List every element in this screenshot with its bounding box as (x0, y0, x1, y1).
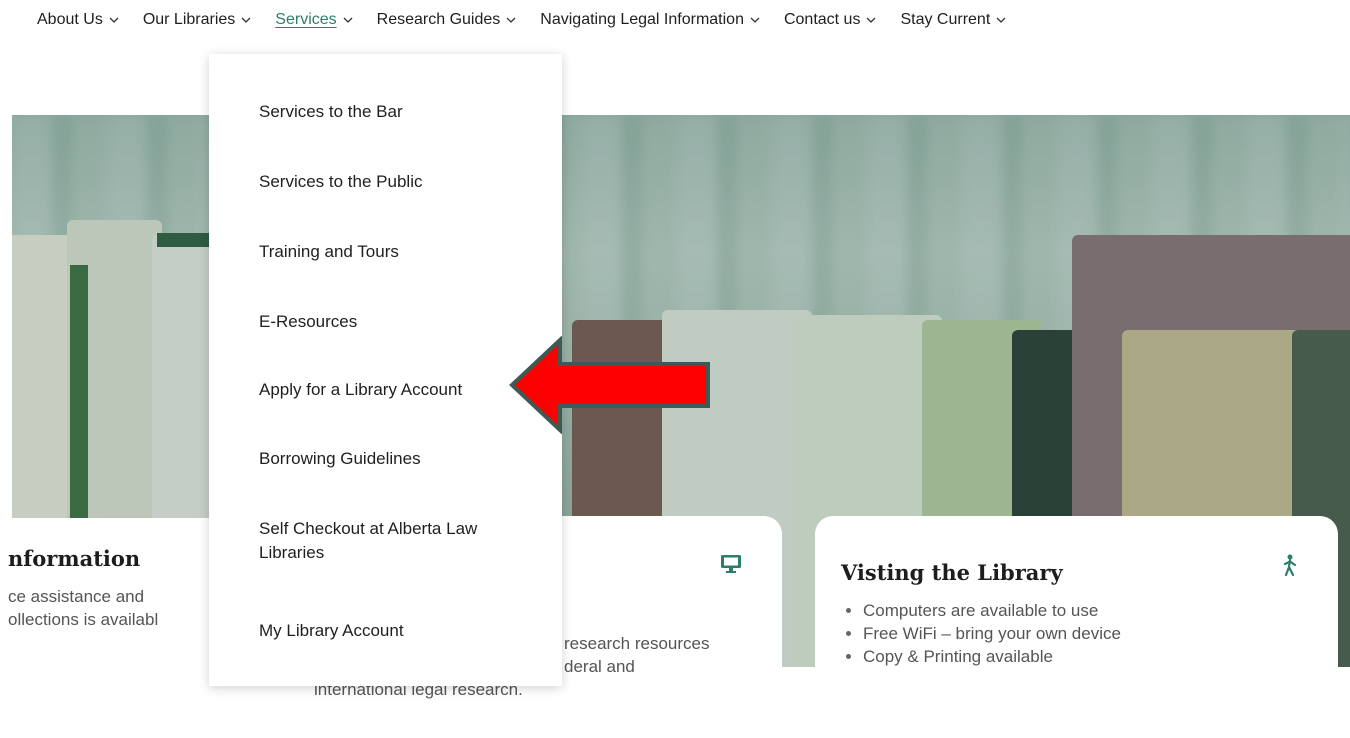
nav-label: Research Guides (376, 11, 501, 28)
nav-contact-us[interactable]: Contact us (784, 11, 876, 29)
menu-item-services-to-the-bar[interactable]: Services to the Bar (259, 100, 549, 124)
chevron-down-icon (241, 15, 251, 25)
menu-item-borrowing-guidelines[interactable]: Borrowing Guidelines (259, 447, 549, 471)
card-bullet-list: Computers are available to use Free WiFi… (841, 599, 1312, 668)
card-title: Visting the Library (841, 560, 1063, 585)
nav-label: Navigating Legal Information (540, 11, 744, 28)
card-text-line: ollections is availabl (8, 610, 159, 629)
chevron-down-icon (343, 15, 353, 25)
card-text-line: research resources (564, 634, 710, 653)
card-text: ce assistance and ollections is availabl (8, 585, 232, 631)
card-text-line: deral and (564, 657, 635, 676)
walking-person-icon (1282, 554, 1298, 581)
chevron-down-icon (750, 15, 760, 25)
nav-label: About Us (37, 11, 103, 28)
nav-services[interactable]: Services (275, 11, 353, 29)
chevron-down-icon (866, 15, 876, 25)
menu-item-training-and-tours[interactable]: Training and Tours (259, 240, 549, 264)
card-title: nformation (8, 546, 141, 571)
nav-label: Services (275, 11, 337, 28)
info-card-visiting: Visting the Library Computers are availa… (815, 516, 1338, 736)
menu-item-apply-for-a-library-account[interactable]: Apply for a Library Account (259, 378, 549, 402)
nav-stay-current[interactable]: Stay Current (900, 11, 1006, 29)
nav-label: Stay Current (900, 11, 991, 28)
chevron-down-icon (506, 15, 516, 25)
nav-label: Our Libraries (142, 11, 236, 28)
menu-item-my-library-account[interactable]: My Library Account (259, 619, 549, 643)
card-text-line: ce assistance and (8, 587, 145, 606)
menu-item-services-to-the-public[interactable]: Services to the Public (259, 170, 549, 194)
nav-about-us[interactable]: About Us (37, 11, 119, 29)
list-item: Computers are available to use (863, 599, 1312, 622)
menu-item-self-checkout[interactable]: Self Checkout at Alberta Law Libraries (259, 517, 539, 565)
nav-navigating-legal-information[interactable]: Navigating Legal Information (540, 11, 760, 29)
monitor-icon (720, 554, 742, 579)
nav-research-guides[interactable]: Research Guides (377, 11, 517, 29)
chevron-down-icon (996, 15, 1006, 25)
list-item: Copy & Printing available (863, 645, 1312, 668)
red-arrow-annotation (509, 336, 710, 434)
list-item: Free WiFi – bring your own device (863, 622, 1312, 645)
main-nav: About Us Our Libraries Services Research… (0, 0, 1350, 40)
nav-label: Contact us (783, 11, 861, 28)
menu-item-e-resources[interactable]: E-Resources (259, 310, 549, 334)
nav-our-libraries[interactable]: Our Libraries (143, 11, 251, 29)
chevron-down-icon (109, 15, 119, 25)
